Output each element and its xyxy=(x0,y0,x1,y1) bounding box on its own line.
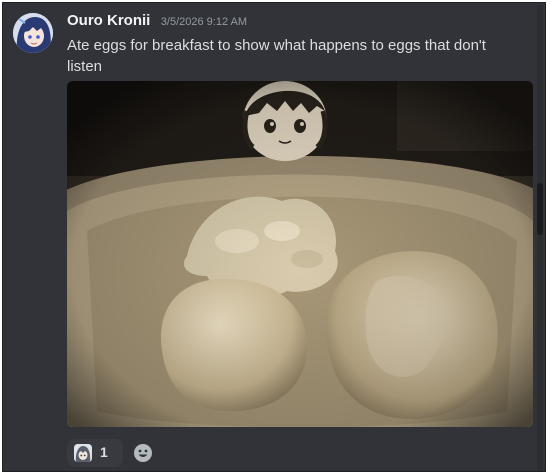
scrollbar-thumb[interactable] xyxy=(537,183,543,235)
avatar[interactable] xyxy=(13,13,53,53)
image-attachment[interactable] xyxy=(67,81,533,427)
message-content: Ate eggs for breakfast to show what happ… xyxy=(67,37,486,75)
kronii-avatar-icon xyxy=(13,13,53,53)
timestamp[interactable]: 3/5/2026 9:12 AM xyxy=(161,16,247,28)
reaction-button[interactable]: 1 xyxy=(67,439,123,467)
smiley-face-icon xyxy=(134,444,152,462)
add-reaction-button[interactable] xyxy=(131,441,155,465)
eggs-photo xyxy=(67,81,533,427)
scrollbar[interactable] xyxy=(537,5,543,471)
username[interactable]: Ouro Kronii xyxy=(67,12,150,29)
reaction-count: 1 xyxy=(100,444,108,460)
chat-message-panel: Ouro Kronii 3/5/2026 9:12 AM Ate eggs fo… xyxy=(2,2,546,472)
message-header: Ouro Kronii 3/5/2026 9:12 AM xyxy=(67,12,247,30)
kronii-emoji-icon xyxy=(74,444,92,462)
